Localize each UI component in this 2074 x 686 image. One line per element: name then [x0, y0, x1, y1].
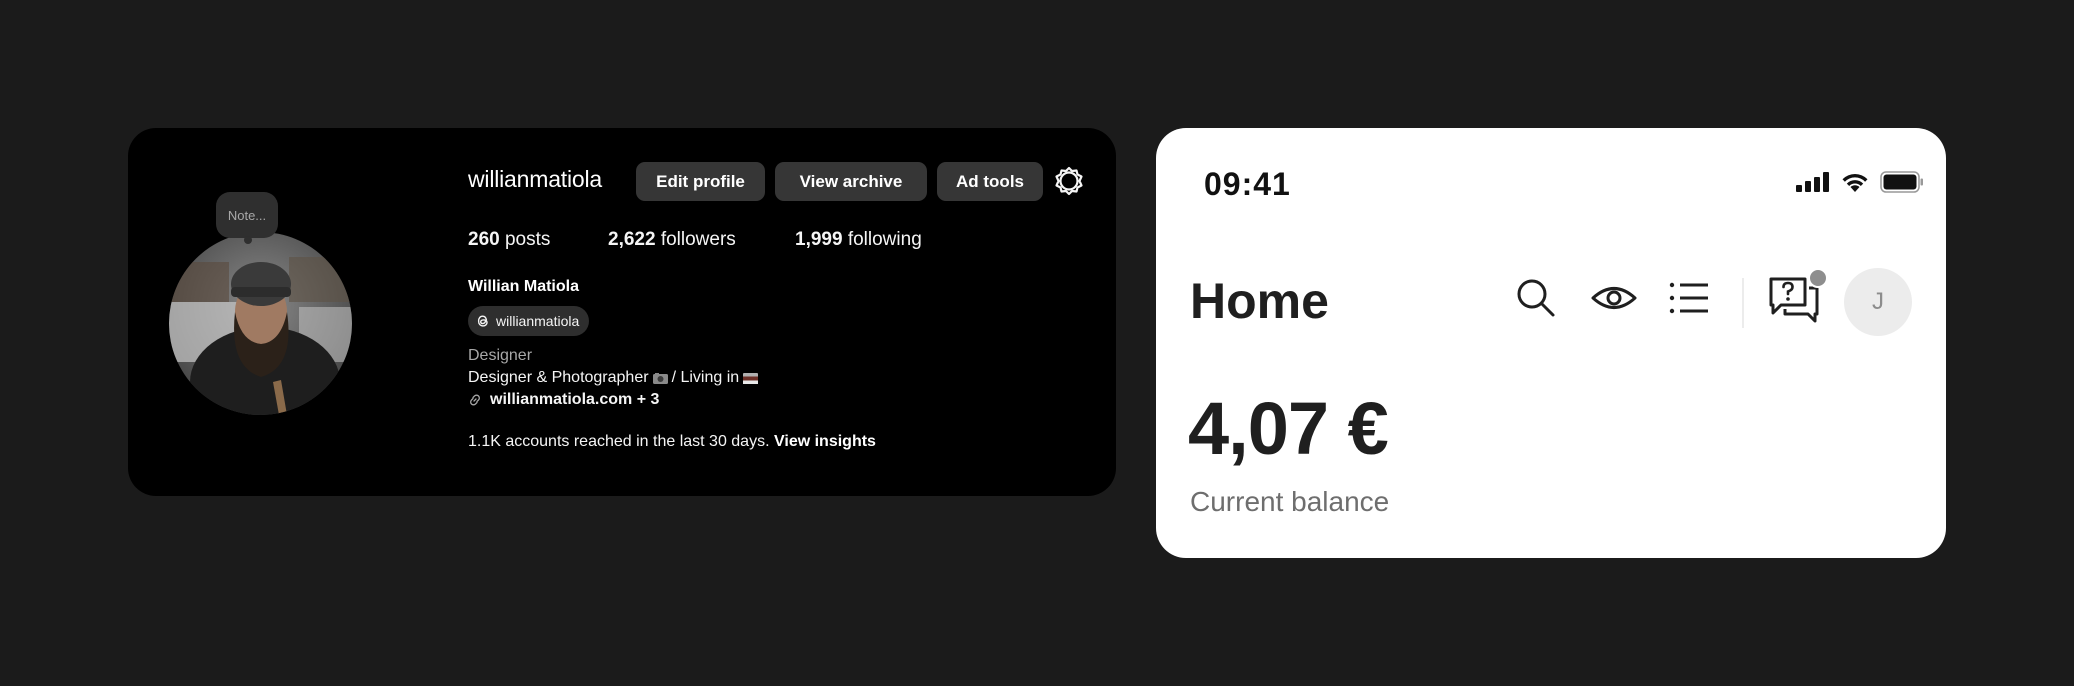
- profile-info: willianmatiola Edit profile View archive…: [468, 128, 1116, 496]
- wifi-icon: [1842, 174, 1868, 192]
- website-text: willianmatiola.com + 3: [490, 391, 660, 408]
- profile-photo: [169, 232, 352, 415]
- list-icon[interactable]: [1668, 276, 1712, 320]
- insights-text: 1.1K accounts reached in the last 30 day…: [468, 433, 770, 450]
- profile-card: Note... willianmatiola Edit profile View…: [128, 128, 1116, 496]
- following-stat[interactable]: 1,999 following: [795, 229, 922, 251]
- camera-emoji-icon: [652, 372, 668, 384]
- note-bubble[interactable]: Note...: [216, 192, 278, 244]
- status-time: 09:41: [1204, 166, 1291, 202]
- following-count: 1,999: [795, 229, 843, 250]
- view-insights-link[interactable]: View insights: [774, 433, 876, 450]
- followers-label: followers: [660, 229, 736, 250]
- insights-line: 1.1K accounts reached in the last 30 day…: [468, 433, 876, 451]
- search-icon[interactable]: [1514, 276, 1558, 320]
- posts-count: 260: [468, 229, 500, 250]
- followers-count: 2,622: [608, 229, 656, 250]
- full-name: Willian Matiola: [468, 278, 579, 295]
- category-label: Designer: [468, 347, 533, 364]
- edit-profile-button[interactable]: Edit profile: [636, 162, 765, 201]
- notification-dot: [1808, 268, 1828, 288]
- username: willianmatiola: [468, 166, 602, 192]
- balance-label: Current balance: [1190, 486, 1390, 517]
- note-placeholder: Note...: [227, 207, 267, 223]
- link-icon: [470, 394, 480, 406]
- status-bar-icons: [1796, 171, 1924, 193]
- flag-emoji-icon: [743, 372, 759, 384]
- threads-icon: [477, 315, 488, 327]
- threads-badge[interactable]: willianmatiola: [468, 306, 590, 336]
- posts-label: posts: [504, 229, 551, 250]
- followers-stat[interactable]: 2,622 followers: [608, 229, 736, 251]
- page-title: Home: [1190, 273, 1329, 329]
- user-avatar[interactable]: J: [1844, 268, 1912, 336]
- battery-icon: [1880, 171, 1923, 193]
- website-link[interactable]: willianmatiola.com + 3: [468, 391, 659, 409]
- balance-amount: 4,07 €: [1188, 387, 1389, 470]
- bio: Designer & Photographer / Living in: [468, 369, 759, 387]
- profile-avatar[interactable]: [169, 232, 352, 415]
- bio-text-1: Designer & Photographer: [468, 369, 649, 386]
- posts-stat[interactable]: 260 posts: [468, 229, 550, 251]
- eye-icon[interactable]: [1590, 276, 1638, 320]
- view-archive-button[interactable]: View archive: [775, 162, 927, 201]
- settings-icon[interactable]: [1053, 165, 1085, 197]
- bio-text-2: / Living in: [671, 369, 740, 386]
- phone-card: 09:41 Home J 4,07 € Current balance: [1156, 128, 1946, 558]
- ad-tools-button[interactable]: Ad tools: [937, 162, 1043, 201]
- threads-handle: willianmatiola: [496, 313, 580, 329]
- avatar-initial: J: [1872, 288, 1884, 315]
- toolbar-divider: [1742, 278, 1744, 328]
- following-label: following: [847, 229, 922, 250]
- signal-icon: [1796, 172, 1829, 192]
